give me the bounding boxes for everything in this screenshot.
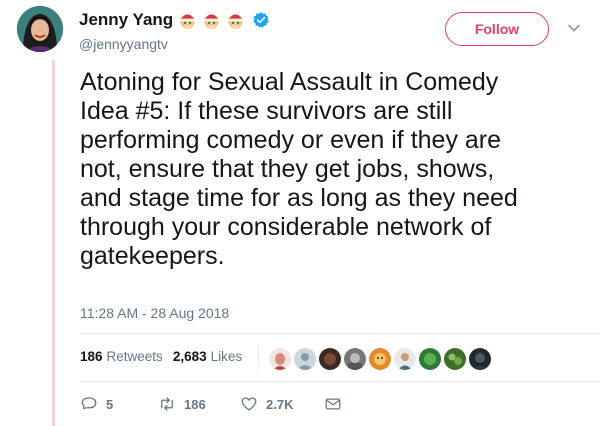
- display-name[interactable]: Jenny Yang: [79, 10, 173, 30]
- retweets-count: 186: [80, 349, 103, 364]
- likes-count: 2,683: [172, 349, 207, 364]
- divider: [80, 381, 600, 382]
- retweet-count: 186: [184, 396, 206, 412]
- retweet-action[interactable]: 186: [158, 395, 240, 413]
- likes-stat[interactable]: 2,683 Likes: [173, 349, 242, 364]
- envelope-icon: [325, 398, 341, 410]
- liker-avatar[interactable]: [269, 348, 291, 370]
- retweets-stat[interactable]: 186 Retweets: [80, 349, 163, 364]
- thread-line: [52, 60, 55, 426]
- santa-face-emoji-icon: [204, 13, 219, 29]
- name-row: Jenny Yang: [79, 9, 270, 31]
- likes-label: Likes: [210, 349, 243, 364]
- reply-count: 5: [106, 396, 114, 412]
- engagement-stats: 186 Retweets 2,683 Likes: [80, 349, 242, 364]
- liker-avatars: [258, 346, 491, 372]
- heart-icon: [241, 397, 257, 411]
- santa-face-emoji-icon: [180, 13, 195, 29]
- tweet-actions: 5 186 2.7K: [80, 395, 342, 413]
- avatar[interactable]: [17, 6, 63, 52]
- retweets-label: Retweets: [106, 349, 163, 364]
- like-action[interactable]: 2.7K: [240, 395, 324, 413]
- chevron-down-icon[interactable]: [566, 20, 582, 36]
- user-handle[interactable]: @jennyyangtv: [79, 36, 168, 52]
- liker-avatar[interactable]: [444, 348, 466, 370]
- liker-avatar[interactable]: [319, 348, 341, 370]
- liker-avatar[interactable]: [394, 348, 416, 370]
- direct-message-action[interactable]: [324, 395, 342, 413]
- liker-avatar[interactable]: [419, 348, 441, 370]
- tweet-timestamp[interactable]: 11:28 AM - 28 Aug 2018: [80, 305, 229, 321]
- retweet-icon: [161, 397, 173, 411]
- avatar-image: [17, 6, 63, 52]
- like-count: 2.7K: [266, 396, 294, 412]
- verified-badge-icon: [253, 12, 269, 28]
- follow-button[interactable]: Follow: [445, 12, 549, 46]
- liker-avatar[interactable]: [294, 348, 316, 370]
- divider: [80, 333, 600, 334]
- liker-avatar[interactable]: [344, 348, 366, 370]
- liker-avatar[interactable]: [469, 348, 491, 370]
- liker-avatar[interactable]: [369, 348, 391, 370]
- santa-face-emoji-icon: [228, 13, 243, 29]
- reply-icon: [81, 397, 97, 410]
- reply-action[interactable]: 5: [80, 395, 158, 413]
- tweet-text: Atoning for Sexual Assault in Comedy Ide…: [80, 68, 518, 270]
